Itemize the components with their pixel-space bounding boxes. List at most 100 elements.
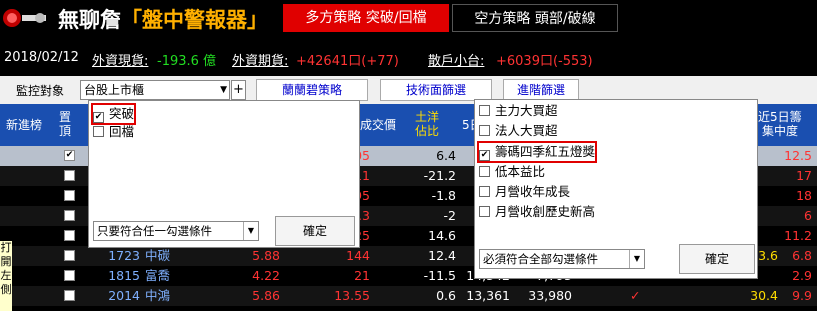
chevron-down-icon: ▼ xyxy=(629,250,644,268)
left-mode-select[interactable]: 只要符合任一勾選條件 ▼ xyxy=(93,221,259,241)
app-title: 無聊詹「盤中警報器」 xyxy=(58,4,268,34)
option-breakout[interactable]: ✔ 突破 xyxy=(90,103,137,125)
pin-checkbox[interactable] xyxy=(64,210,75,221)
land-ratio: -11.5 xyxy=(423,268,456,283)
foreign-futures-value: +42641口(+77) xyxy=(296,54,399,69)
header-right1[interactable]: 近5日籌 xyxy=(758,110,816,124)
right-ok-button[interactable]: 確定 xyxy=(679,244,755,274)
land-ratio: 0.6 xyxy=(436,288,456,303)
concentration: 18 xyxy=(796,188,812,203)
foreign-spot-value: -193.6 億 xyxy=(157,54,217,69)
option-breakout-label: 突破 xyxy=(109,106,135,121)
technical-filter-button[interactable]: 技術面篩選 xyxy=(380,79,492,101)
retail-label[interactable]: 散戶小台: xyxy=(428,50,484,69)
check-mark-icon: ✓ xyxy=(630,288,641,303)
market-info-bar: 2018/02/12 外資現貨: -193.6 億 外資期貨: +42641口(… xyxy=(0,40,817,76)
stock-code: 1815 xyxy=(108,268,140,283)
option-pullback[interactable]: 回檔 xyxy=(93,123,134,141)
stock-code: 2014 xyxy=(108,288,140,303)
pin-checkbox[interactable] xyxy=(64,190,75,201)
monitor-select-value: 台股上市櫃 xyxy=(84,83,145,97)
stock-name: 中碳 xyxy=(145,248,171,263)
right-mode-value: 必須符合全部勾選條件 xyxy=(483,252,598,266)
header-right2[interactable]: 集中度 xyxy=(762,124,816,138)
table-row[interactable]: 2014 中鴻 5.86 13.55 0.6 13,361 33,980 30.4 9.9 ✓ xyxy=(0,286,817,306)
chevron-down-icon: ▼ xyxy=(243,222,258,240)
option-institution-label: 法人大買超 xyxy=(495,123,558,138)
checkbox-pullback[interactable] xyxy=(93,126,104,137)
option-revenue-high[interactable]: 月營收創歷史新高 xyxy=(479,203,595,221)
header-close[interactable]: 成交價 xyxy=(360,118,396,132)
tab-long-strategy[interactable]: 多方策略 突破/回檔 xyxy=(283,4,449,32)
chevron-down-icon: ▼ xyxy=(220,85,227,95)
concentration: 12.5 xyxy=(784,148,812,163)
monitor-label: 監控對象 xyxy=(16,84,65,98)
concentration: 11.2 xyxy=(784,228,812,243)
retail-value: +6039口(-553) xyxy=(496,54,593,69)
header-new[interactable]: 新進榜 xyxy=(6,118,42,132)
checkbox-revenue-growth[interactable] xyxy=(479,186,490,197)
option-low-pe-label: 低本益比 xyxy=(495,164,546,179)
option-chip-award[interactable]: ✔ 籌碼四季紅五燈獎 xyxy=(476,141,598,163)
tab-short-strategy[interactable]: 空方策略 頭部/破線 xyxy=(452,4,618,32)
stock-name: 中鴻 xyxy=(145,288,171,303)
volume-2: 33,980 xyxy=(528,288,572,303)
app-title-sub: 「盤中警報器」 xyxy=(121,8,268,32)
pin-checkbox[interactable]: ✔ xyxy=(64,150,75,161)
checkbox-revenue-high[interactable] xyxy=(479,206,490,217)
date-text: 2018/02/12 xyxy=(4,50,79,65)
pin-checkbox[interactable] xyxy=(64,250,75,261)
header-land[interactable]: 土洋佔比 xyxy=(414,110,440,138)
checkbox-chip-award[interactable]: ✔ xyxy=(479,150,490,161)
option-pullback-label: 回檔 xyxy=(109,124,135,139)
option-chip-award-label: 籌碼四季紅五燈獎 xyxy=(495,144,596,159)
concentration: 2.9 xyxy=(792,268,812,283)
land-ratio: -2 xyxy=(443,208,456,223)
close-price: 21 xyxy=(354,268,370,283)
monitor-select[interactable]: 台股上市櫃 ▼ xyxy=(80,80,230,100)
pin-checkbox[interactable] xyxy=(64,290,75,301)
checkbox-low-pe[interactable] xyxy=(479,166,490,177)
left-mode-value: 只要符合任一勾選條件 xyxy=(97,224,212,238)
foreign-futures-label[interactable]: 外資期貨: xyxy=(232,50,288,69)
advanced-filter-button[interactable]: 進階篩選 xyxy=(503,79,579,101)
land-ratio: 6.4 xyxy=(436,148,456,163)
option-revenue-growth[interactable]: 月營收年成長 xyxy=(479,183,570,201)
left-ok-button[interactable]: 確定 xyxy=(275,216,355,246)
option-main-force[interactable]: 主力大買超 xyxy=(479,102,558,120)
lan-strategy-button[interactable]: 蘭蘭碧策略 xyxy=(256,79,368,101)
breakout-filter-popup: ✔ 突破 回檔 只要符合任一勾選條件 ▼ 確定 xyxy=(88,100,360,248)
volume-5d: 13,361 xyxy=(466,288,510,303)
checkbox-main-force[interactable] xyxy=(479,105,490,116)
land-ratio: -1.8 xyxy=(431,188,456,203)
option-revenue-growth-label: 月營收年成長 xyxy=(495,184,571,199)
checkbox-breakout[interactable]: ✔ xyxy=(93,112,104,123)
concentration: 17 xyxy=(796,168,812,183)
logo-icon xyxy=(3,9,46,27)
pin-checkbox[interactable] xyxy=(64,170,75,181)
concentration: 6.8 xyxy=(792,248,812,263)
right-mode-select[interactable]: 必須符合全部勾選條件 ▼ xyxy=(479,249,645,269)
ref-price: 5.88 xyxy=(252,248,280,263)
close-price: 13.55 xyxy=(334,288,370,303)
app-title-main: 無聊詹 xyxy=(58,8,121,32)
header-pin[interactable]: 置頂 xyxy=(58,110,72,138)
chip-value: 30.4 xyxy=(750,288,778,303)
land-ratio: 14.6 xyxy=(428,228,456,243)
option-low-pe[interactable]: 低本益比 xyxy=(479,163,545,181)
foreign-spot-label[interactable]: 外資現貨: xyxy=(92,50,148,69)
concentration: 9.9 xyxy=(792,288,812,303)
advanced-filter-popup: 主力大買超 法人大買超 ✔ 籌碼四季紅五燈獎 低本益比 月營收年成長 月營收創歷史… xyxy=(474,99,758,279)
ref-price: 5.86 xyxy=(252,288,280,303)
stock-name: 富喬 xyxy=(145,268,171,283)
land-ratio: 12.4 xyxy=(428,248,456,263)
close-price: 144 xyxy=(346,248,370,263)
side-panel-toggle[interactable]: 打開左側 xyxy=(0,241,12,311)
land-ratio: -21.2 xyxy=(423,168,456,183)
option-institution[interactable]: 法人大買超 xyxy=(479,122,558,140)
checkbox-institution[interactable] xyxy=(479,125,490,136)
option-revenue-high-label: 月營收創歷史新高 xyxy=(495,204,596,219)
add-button[interactable]: + xyxy=(231,80,246,100)
pin-checkbox[interactable] xyxy=(64,270,75,281)
pin-checkbox[interactable] xyxy=(64,230,75,241)
